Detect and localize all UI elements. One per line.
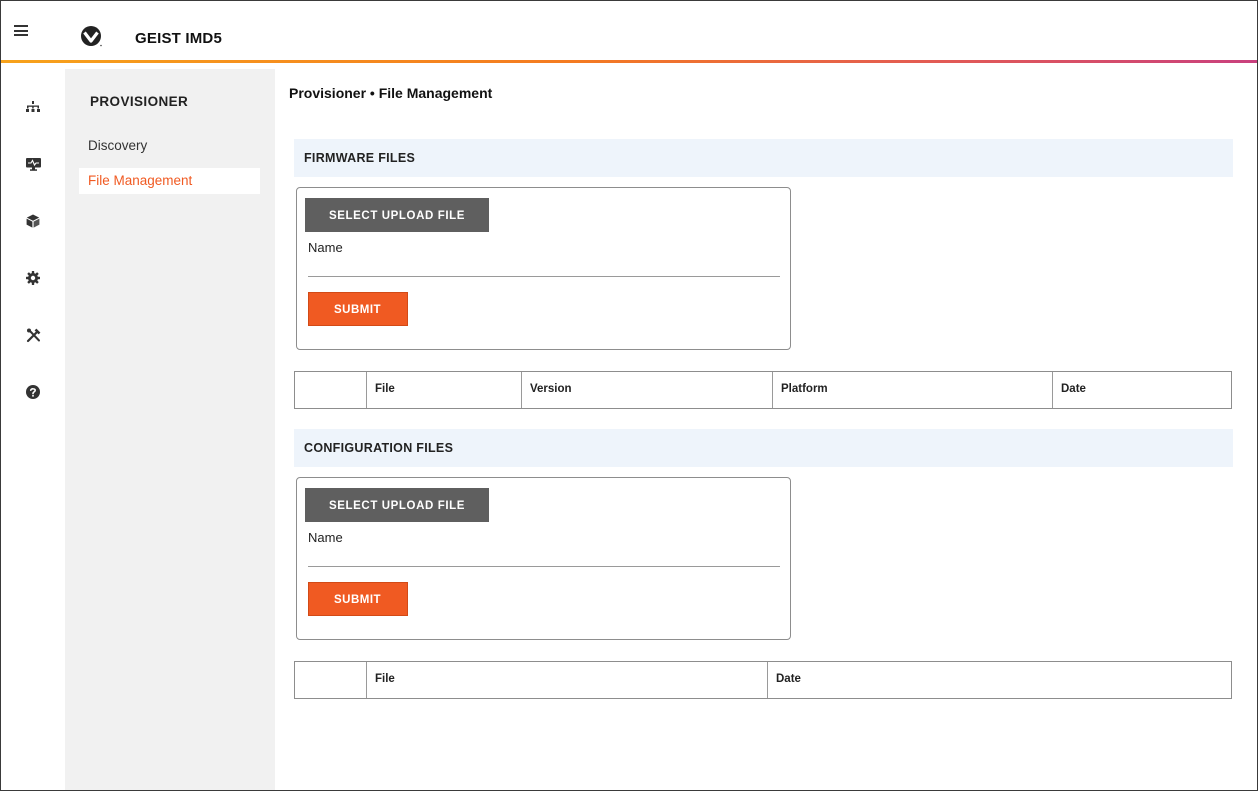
help-icon[interactable] [25,384,41,400]
sidebar-item-file-management[interactable]: File Management [79,168,260,194]
gear-icon[interactable] [25,270,41,286]
configuration-files-table: File Date [294,661,1232,699]
column-header-date[interactable]: Date [776,673,801,685]
column-header-file[interactable]: File [375,383,395,395]
configuration-section-title: CONFIGURATION FILES [304,441,454,455]
configuration-select-upload-button[interactable]: SELECT UPLOAD FILE [305,488,489,522]
firmware-upload-panel: SELECT UPLOAD FILE Name SUBMIT [296,187,791,350]
column-header-file[interactable]: File [375,673,395,685]
table-column-divider [767,662,768,698]
configuration-upload-panel: SELECT UPLOAD FILE Name SUBMIT [296,477,791,640]
sidebar-item-discovery[interactable]: Discovery [79,133,259,159]
firmware-name-label: Name [308,240,343,255]
firmware-files-table: File Version Platform Date [294,371,1232,409]
provisioner-sidebar: PROVISIONER Discovery File Management [65,69,275,790]
page-title: Provisioner • File Management [289,85,493,101]
column-header-platform[interactable]: Platform [781,383,828,395]
sidebar-title: PROVISIONER [90,94,189,109]
firmware-select-upload-button[interactable]: SELECT UPLOAD FILE [305,198,489,232]
table-column-divider [366,662,367,698]
icon-rail [1,63,65,790]
table-column-divider [366,372,367,408]
hamburger-menu-icon[interactable] [14,25,28,36]
configuration-name-input[interactable] [308,546,780,567]
table-column-divider [1052,372,1053,408]
cube-icon[interactable] [25,213,41,229]
header-accent-line [1,60,1257,63]
configuration-submit-button[interactable]: SUBMIT [308,582,408,616]
firmware-submit-button[interactable]: SUBMIT [308,292,408,326]
vertiv-logo [81,26,102,47]
network-icon[interactable] [25,99,41,115]
firmware-name-input[interactable] [308,256,780,277]
firmware-section-title: FIRMWARE FILES [304,151,416,165]
configuration-name-label: Name [308,530,343,545]
monitor-icon[interactable] [25,156,41,172]
firmware-section-header: FIRMWARE FILES [294,139,1233,177]
app-title: GEIST IMD5 [135,30,223,47]
table-column-divider [521,372,522,408]
tools-icon[interactable] [25,327,41,343]
top-bar: GEIST IMD5 [1,1,1257,61]
app-window: GEIST IMD5 PROVISIONER Discovery File Ma… [0,0,1258,791]
table-column-divider [772,372,773,408]
column-header-version[interactable]: Version [530,383,572,395]
configuration-section-header: CONFIGURATION FILES [294,429,1233,467]
column-header-date[interactable]: Date [1061,383,1086,395]
